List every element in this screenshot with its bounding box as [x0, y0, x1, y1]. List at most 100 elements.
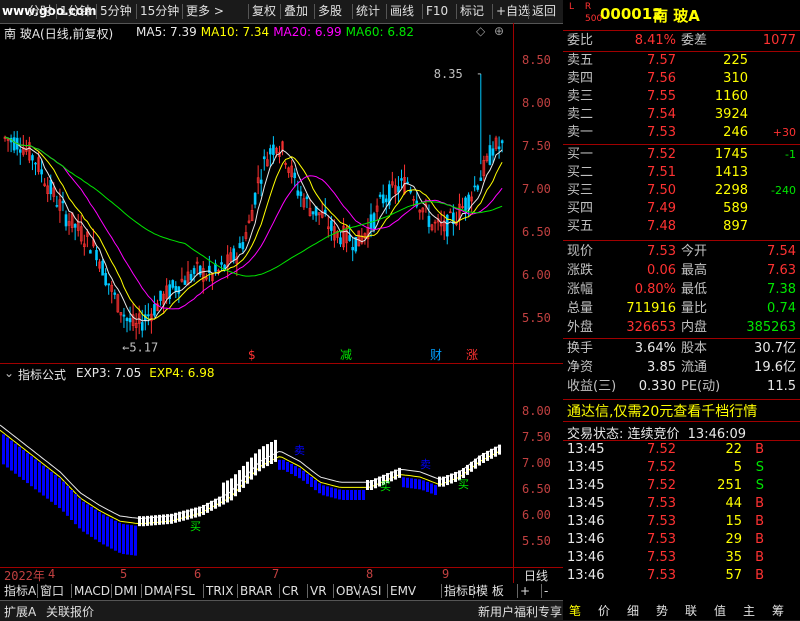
- toolbar-item-0[interactable]: 分时: [28, 3, 52, 20]
- chart-title: 南 玻A(日线,前复权): [4, 27, 114, 41]
- indicator-tab-12[interactable]: EMV: [390, 583, 416, 599]
- indicator-menu-icon[interactable]: ⌄: [4, 366, 14, 380]
- quote-row: 涨幅 0.80% 最低 7.38: [563, 281, 800, 299]
- toolbar-item-3[interactable]: 15分钟: [140, 3, 179, 20]
- indicator-tab-13[interactable]: 指标B: [444, 583, 476, 599]
- indicator-tab-10[interactable]: OBV: [336, 583, 362, 599]
- candle-body: [311, 211, 315, 215]
- bids-change: -1: [785, 148, 796, 161]
- asks-volume: 3924: [714, 107, 748, 122]
- toolbar-item-12[interactable]: +自选: [496, 3, 530, 20]
- quote-tab-7[interactable]: 筹: [772, 602, 784, 619]
- indicator-bar: [130, 525, 133, 556]
- indicator-tab-8[interactable]: CR: [282, 583, 299, 599]
- quote-tab-6[interactable]: 主: [743, 602, 755, 619]
- indicator-tab-5[interactable]: FSL: [174, 583, 195, 599]
- indicator-bar: [302, 470, 305, 481]
- expand-icon[interactable]: ⊕: [494, 24, 504, 38]
- quote-tab-2[interactable]: 细: [627, 602, 639, 619]
- indicator-chart[interactable]: 买买 买卖卖: [0, 382, 513, 567]
- indicator-tab-4[interactable]: DMA: [144, 583, 172, 599]
- tick-time: 13:46: [567, 568, 605, 583]
- indicator-bar: [210, 500, 213, 511]
- indicator-bar: [50, 471, 53, 502]
- event-marker[interactable]: 减: [340, 348, 352, 362]
- indicator-tab-0[interactable]: 指标A: [4, 583, 36, 599]
- toolbar-item-5[interactable]: 复权: [252, 3, 276, 20]
- candle-body: [488, 145, 492, 165]
- indicator-tab-3[interactable]: DMI: [114, 583, 137, 599]
- indicator-bar: [314, 480, 317, 491]
- asks-price: 7.55: [647, 89, 676, 104]
- indicator-bar: [206, 502, 209, 513]
- indicator-bar: [66, 485, 69, 516]
- quote-tab-5[interactable]: 值: [714, 602, 726, 619]
- candle-body: [384, 198, 388, 203]
- indicator-bar: [82, 501, 85, 532]
- candle-body: [113, 292, 117, 295]
- tab-separator: [71, 584, 72, 598]
- toolbar-item-6[interactable]: 叠加: [284, 3, 308, 20]
- fund-row: 收益(三) 0.330 PE(动) 11.5: [563, 378, 800, 396]
- toolbar-item-10[interactable]: F10: [426, 3, 448, 20]
- indicator-bar: [118, 522, 121, 553]
- toolbar-item-1[interactable]: 1分钟: [60, 3, 92, 20]
- tab-separator: [111, 584, 112, 598]
- toolbar-item-4[interactable]: 更多 >: [186, 3, 224, 20]
- quote-row: 涨跌 0.06 最高 7.63: [563, 262, 800, 280]
- quote-row: 现价 7.53 今开 7.54: [563, 243, 800, 261]
- tick-time: 13:46: [567, 532, 605, 547]
- indicator-bar: [250, 457, 253, 480]
- indicator-bar: [474, 458, 477, 469]
- event-marker[interactable]: $: [248, 348, 256, 362]
- status-new-user-promo[interactable]: 新用户福利专享: [478, 603, 562, 620]
- tick-time: 13:45: [567, 460, 605, 475]
- event-marker[interactable]: 财: [430, 348, 442, 362]
- candlestick-chart[interactable]: 8.35 ←5.17 $ 减 财 涨: [0, 41, 513, 363]
- toolbar-separator: [492, 4, 493, 19]
- quote-tab-0[interactable]: 笔: [569, 602, 581, 619]
- status-related-quote[interactable]: 关联报价: [46, 603, 94, 620]
- fund-label: 股本: [681, 341, 708, 356]
- fundamentals: 换手 3.64% 股本 30.7亿 净资 3.85 流通 19.6亿 收益(三) 0.330 PE(…: [563, 340, 800, 398]
- quote-tab-1[interactable]: 价: [598, 602, 610, 619]
- asks-volume: 246: [723, 125, 748, 140]
- tab-separator: [307, 584, 308, 598]
- indicator-bar: [146, 515, 149, 526]
- indicator-tab-9[interactable]: VR: [310, 583, 327, 599]
- toolbar-item-9[interactable]: 画线: [390, 3, 414, 20]
- diamond-icon[interactable]: ◇: [476, 24, 485, 38]
- quote-panel-tabs: 笔价细势联值主筹: [563, 600, 800, 620]
- promo-banner[interactable]: 通达信,仅需20元查看千档行情: [567, 401, 757, 421]
- indicator-tab-16[interactable]: -: [544, 583, 548, 599]
- indicator-tab-11[interactable]: ASI: [362, 583, 381, 599]
- indicator-title[interactable]: 指标公式: [18, 366, 66, 383]
- toolbar-item-13[interactable]: 返回: [532, 3, 556, 20]
- period-label[interactable]: 日线: [524, 567, 548, 584]
- quote-label: 今开: [681, 244, 708, 259]
- toolbar-separator: [280, 4, 281, 19]
- candle-body: [122, 314, 126, 317]
- indicator-tab-15[interactable]: +: [520, 583, 530, 599]
- toolbar-item-11[interactable]: 标记: [460, 3, 484, 20]
- toolbar-item-2[interactable]: 5分钟: [100, 3, 132, 20]
- quote-tab-4[interactable]: 联: [685, 602, 697, 619]
- toolbar-separator: [136, 4, 137, 19]
- candle-body: [241, 242, 245, 250]
- toolbar-item-7[interactable]: 多股: [318, 3, 342, 20]
- candle-body: [18, 149, 22, 153]
- tick-side: B: [755, 568, 764, 583]
- candle-body: [104, 273, 107, 286]
- indicator-tab-6[interactable]: TRIX: [206, 583, 233, 599]
- indicator-tab-14[interactable]: 模 板: [476, 583, 504, 599]
- indicator-tab-1[interactable]: 窗口: [40, 583, 64, 599]
- indicator-tab-2[interactable]: MACD: [74, 583, 110, 599]
- indicator-y-tick: 6.00: [522, 508, 551, 522]
- indicator-tab-7[interactable]: BRAR: [240, 583, 273, 599]
- candle-body: [400, 178, 403, 181]
- quote-tab-3[interactable]: 势: [656, 602, 668, 619]
- toolbar-item-8[interactable]: 统计: [356, 3, 380, 20]
- candle-body: [40, 169, 43, 175]
- event-marker[interactable]: 涨: [466, 347, 478, 362]
- status-extend-a[interactable]: 扩展A: [4, 603, 36, 620]
